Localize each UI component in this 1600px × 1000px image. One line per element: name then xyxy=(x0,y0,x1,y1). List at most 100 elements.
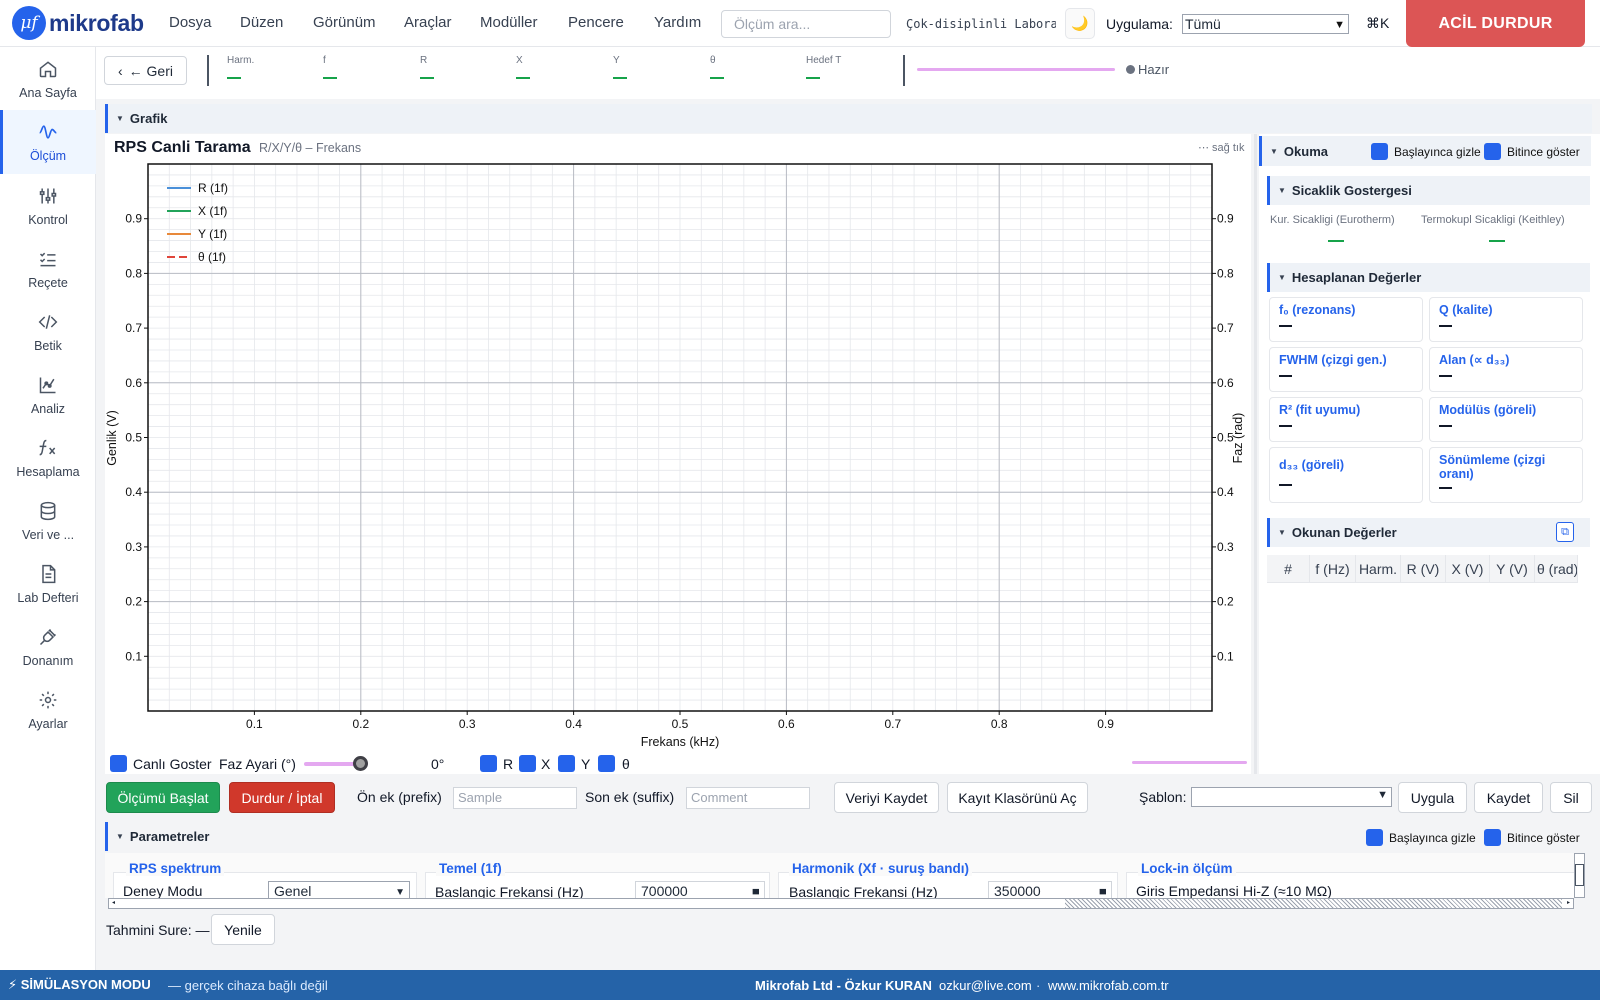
table-col-x[interactable]: X (V) xyxy=(1446,555,1490,583)
table-col-harmonic[interactable]: Harm. xyxy=(1356,555,1401,583)
y2-tick-label: 0.1 xyxy=(1217,649,1234,663)
emergency-stop-button[interactable]: ACİL DURDUR xyxy=(1406,0,1585,47)
suffix-input[interactable]: Comment xyxy=(686,787,810,809)
input-impedance-value[interactable]: Hi-Z (≈10 MΩ) xyxy=(1243,883,1332,898)
stepper-icon[interactable]: ▀▄ xyxy=(1100,885,1106,898)
theme-toggle-button[interactable]: 🌙 xyxy=(1065,8,1095,39)
refresh-button[interactable]: Yenile xyxy=(211,914,275,945)
x-tick-label: 0.3 xyxy=(459,717,476,731)
collapse-triangle-icon: ▼ xyxy=(1270,146,1278,156)
temperature-section-header[interactable]: ▼ Sicaklik Gostergesi xyxy=(1267,176,1590,205)
params-horizontal-scrollbar[interactable]: ◂ ▸ xyxy=(108,898,1574,909)
readings-table-header[interactable]: ▼ Okunan Değerler xyxy=(1267,518,1590,547)
apply-template-button[interactable]: Uygula xyxy=(1398,782,1467,813)
start-measurement-button[interactable]: Ölçümü Başlat xyxy=(106,782,220,813)
status-footer: ⚡ SİMÜLASYON MODU — gerçek cihaza bağlı … xyxy=(0,970,1600,1000)
template-select[interactable]: ▼ xyxy=(1191,787,1392,807)
sidebar-item-settings[interactable]: Ayarlar xyxy=(0,678,96,742)
menu-tools[interactable]: Araçlar xyxy=(404,14,452,31)
search-input[interactable] xyxy=(721,10,891,38)
scroll-left-icon[interactable]: ◂ xyxy=(109,899,118,908)
sidebar-item-calculation[interactable]: Hesaplama xyxy=(0,426,96,490)
y-tick-label: 0.3 xyxy=(125,540,142,554)
chart-context-hint[interactable]: ⋯ sağ tık xyxy=(1198,141,1244,154)
furnace-temp-value xyxy=(1328,240,1344,242)
template-label: Şablon: xyxy=(1139,789,1187,805)
live-show-checkbox[interactable] xyxy=(110,755,127,772)
calc-card-r-squared: R² (fit uyumu) xyxy=(1269,397,1423,442)
menu-edit[interactable]: Düzen xyxy=(240,14,283,31)
chart-icon xyxy=(37,374,59,396)
group-title: Harmonik (Xf · suruş bandı) xyxy=(789,861,973,876)
group-title: Lock-in ölçüm xyxy=(1138,861,1236,876)
app-select[interactable]: Tümü ▼ xyxy=(1182,14,1349,34)
table-col-index[interactable]: # xyxy=(1267,555,1310,583)
chart-plot[interactable]: 0.1 0.2 0.3 0.4 0.5 0.6 0.7 0.8 0.9 0.1 0.2 0.3 0.4… xyxy=(105,160,1251,754)
experiment-mode-select[interactable]: Genel ▼ xyxy=(268,881,410,898)
reading-show-on-finish-label: Bitince göster xyxy=(1507,145,1580,159)
command-palette-shortcut[interactable]: ⌘K xyxy=(1366,15,1389,32)
status-dot xyxy=(1126,65,1135,74)
graph-section-header[interactable]: ▼ Grafik xyxy=(105,104,1592,133)
stop-cancel-button[interactable]: Durdur / İptal xyxy=(229,782,335,813)
calc-card-fwhm: FWHM (çizgi gen.) xyxy=(1269,347,1423,392)
sidebar-item-lab-notebook[interactable]: Lab Defteri xyxy=(0,552,96,616)
footer-website[interactable]: www.mikrofab.com.tr xyxy=(1048,978,1169,993)
chart-y-ticks: 0.1 0.2 0.3 0.4 0.5 0.6 0.7 0.8 0.9 xyxy=(125,212,148,663)
menu-view[interactable]: Görünüm xyxy=(313,14,376,31)
footer-email[interactable]: ozkur@live.com xyxy=(939,978,1032,993)
toggle-r-checkbox[interactable] xyxy=(480,755,497,772)
copy-icon: ⧉ xyxy=(1561,525,1569,538)
prefix-input[interactable]: Sample xyxy=(453,787,577,809)
params-vertical-scrollbar[interactable] xyxy=(1574,853,1585,898)
scroll-right-icon[interactable]: ▸ xyxy=(1564,899,1573,908)
sidebar-item-label: Reçete xyxy=(28,276,68,290)
scrollbar-thumb[interactable] xyxy=(1575,864,1584,886)
stepper-icon[interactable]: ▀▄ xyxy=(753,885,759,898)
sidebar-item-data[interactable]: Veri ve ... xyxy=(0,489,96,553)
menu-window[interactable]: Pencere xyxy=(568,14,624,31)
table-col-r[interactable]: R (V) xyxy=(1401,555,1446,583)
copy-table-button[interactable]: ⧉ xyxy=(1556,522,1574,542)
toggle-y-checkbox[interactable] xyxy=(558,755,575,772)
y2-tick-label: 0.6 xyxy=(1217,376,1234,390)
parameters-scroll-area: RPS spektrum Deney Modu Genel ▼ Temel (1… xyxy=(105,853,1580,898)
database-icon xyxy=(37,500,59,522)
menu-file[interactable]: Dosya xyxy=(169,14,212,31)
sidebar-item-recipe[interactable]: Reçete xyxy=(0,237,96,301)
x-tick-label: 0.5 xyxy=(672,717,689,731)
reading-show-on-finish-checkbox[interactable] xyxy=(1484,143,1501,160)
save-template-button[interactable]: Kaydet xyxy=(1474,782,1543,813)
panel-splitter[interactable] xyxy=(1254,134,1257,774)
sidebar-item-home[interactable]: Ana Sayfa xyxy=(0,47,96,111)
collapse-triangle-icon: ▼ xyxy=(116,114,124,123)
reading-hide-on-start-checkbox[interactable] xyxy=(1371,143,1388,160)
table-col-y[interactable]: Y (V) xyxy=(1490,555,1535,583)
phase-value: 0° xyxy=(431,756,445,772)
sidebar-item-control[interactable]: Kontrol xyxy=(0,174,96,238)
app-select-value: Tümü xyxy=(1185,16,1221,32)
back-button[interactable]: ‹ ← Geri xyxy=(104,56,187,85)
harmonic-start-frequency-input[interactable]: 350000 ▀▄ xyxy=(988,881,1112,898)
open-folder-button[interactable]: Kayıt Klasörünü Aç xyxy=(947,782,1088,813)
toggle-x-checkbox[interactable] xyxy=(519,755,536,772)
table-col-theta[interactable]: θ (rad) xyxy=(1535,555,1578,583)
calculated-section-header[interactable]: ▼ Hesaplanan Değerler xyxy=(1267,263,1590,292)
save-data-button[interactable]: Veriyi Kaydet xyxy=(834,782,939,813)
sidebar-item-hardware[interactable]: Donanım xyxy=(0,615,96,679)
toggle-theta-checkbox[interactable] xyxy=(598,755,615,772)
fundamental-start-frequency-input[interactable]: 700000 ▀▄ xyxy=(635,881,765,898)
sidebar: Ana Sayfa Ölçüm Kontrol Reçete Betik Ana… xyxy=(0,47,96,970)
menu-help[interactable]: Yardım xyxy=(654,14,701,31)
params-hide-on-start-checkbox[interactable] xyxy=(1366,829,1383,846)
table-col-frequency[interactable]: f (Hz) xyxy=(1310,555,1356,583)
x-tick-label: 0.2 xyxy=(352,717,369,731)
sidebar-item-analysis[interactable]: Analiz xyxy=(0,363,96,427)
params-show-on-finish-checkbox[interactable] xyxy=(1484,829,1501,846)
menu-modules[interactable]: Modüller xyxy=(480,14,538,31)
sidebar-item-script[interactable]: Betik xyxy=(0,300,96,364)
sidebar-item-measurement[interactable]: Ölçüm xyxy=(0,110,96,174)
delete-template-button[interactable]: Sil xyxy=(1550,782,1592,813)
thermocouple-temp-label: Termokupl Sicakligi (Keithley) xyxy=(1421,214,1565,226)
toggle-r-label: R xyxy=(503,756,514,772)
